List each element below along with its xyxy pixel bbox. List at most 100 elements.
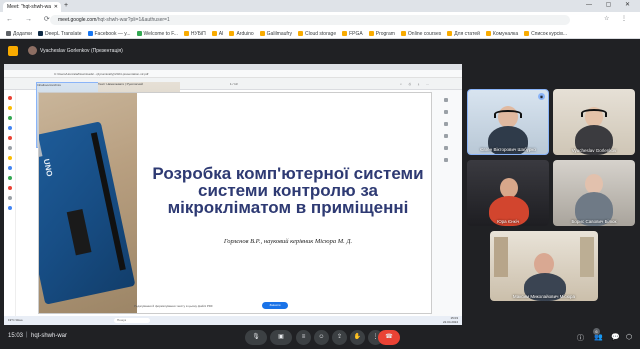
bookmark-label: FPGA <box>349 31 363 37</box>
browser-toolbar-icons[interactable]: ☆ ⋮ <box>604 15 632 22</box>
participant-tile[interactable]: Vyacheslav Gorlenkov <box>553 89 635 155</box>
camera-button[interactable]: ▣ <box>270 330 292 345</box>
bookmark-label: НУБіП <box>190 31 206 37</box>
participant-name: Максим Миколайович Місюра <box>512 294 576 299</box>
chat-icon[interactable]: 💬 <box>611 333 620 341</box>
folder-icon <box>183 31 189 36</box>
slide-subtitle: Горлєнов В.Р., науковий керівник Місюра … <box>223 238 353 245</box>
present-icon[interactable]: ⇪ <box>332 330 347 345</box>
bookmark-item[interactable]: Welcome to F... <box>136 31 178 37</box>
bookmark-label: Arduino <box>236 31 254 37</box>
folder-icon <box>447 31 453 36</box>
bookmark-label: Для статей <box>454 31 480 37</box>
speaking-icon: ◉ <box>538 93 545 100</box>
bookmark-item[interactable]: Arduino <box>229 31 254 37</box>
bookmark-label: Cloud storage <box>304 31 337 37</box>
shared-right-rail <box>430 90 462 316</box>
page-indicator: 1 / 13 <box>230 82 238 86</box>
bookmark-label: Online courses <box>407 31 442 37</box>
folder-icon <box>87 31 93 36</box>
bookmark-label: Facebook — y... <box>94 31 131 37</box>
url-domain: meet.google.com <box>58 17 97 23</box>
address-bar: ← → ⟳ meet.google.com/hqt-shwh-war?pli=1… <box>0 12 640 28</box>
bookmark-item[interactable]: Для статей <box>447 31 480 37</box>
avatar <box>28 46 37 55</box>
bookmark-item[interactable]: Комуналка <box>485 31 519 37</box>
bookmark-item[interactable]: НУБіП <box>183 31 206 37</box>
participant-tile[interactable]: ◉ Євген Вікторович Шабурко <box>467 89 549 155</box>
pin-header <box>90 132 126 271</box>
new-tab-icon[interactable]: + <box>64 2 68 9</box>
slide-title: Розробка комп'ютерної системи системи ко… <box>152 164 424 217</box>
folder-icon <box>259 31 265 36</box>
meeting-code: hqt-shwh-war <box>31 333 68 339</box>
bookmark-label: Welcome to F... <box>143 31 178 37</box>
url-field[interactable]: meet.google.com/hqt-shwh-war?pli=1&authu… <box>50 15 570 25</box>
bookmark-label: DeepL Translate <box>44 31 82 37</box>
taskbar-clock: 15:03 22.04.2024 <box>442 316 458 324</box>
edit-pdf-button[interactable]: Змінити <box>262 302 288 309</box>
close-tab-icon[interactable]: ✕ <box>54 4 58 10</box>
microphone-button[interactable]: 🎙 <box>245 330 267 345</box>
clock-date: 22.04.2024 <box>442 319 458 324</box>
info-icon[interactable]: ⓘ <box>577 333 584 343</box>
bookmark-item[interactable]: Online courses <box>400 31 442 37</box>
participant-name: Vyacheslav Gorlenkov <box>571 148 617 153</box>
usb-port <box>39 138 43 161</box>
window-controls[interactable]: — ▢ ✕ <box>586 1 636 8</box>
captions-icon[interactable]: ≡ <box>296 330 311 345</box>
bookmark-item[interactable]: Cloud storage <box>297 31 337 37</box>
folder-icon <box>342 31 348 36</box>
bookmark-label: Galilmaufry <box>266 31 292 37</box>
bookmark-label: Комуналка <box>492 31 519 37</box>
participant-tile[interactable]: Борис Савович Білюк <box>553 160 635 226</box>
bookmark-label: Список курсів... <box>531 31 568 37</box>
pdf-toolbar-icons: ⌕ ⎙ ⤓ ⋯ <box>400 82 432 86</box>
participant-name: Юра Єнкіч <box>497 219 519 224</box>
shared-address: C:/Users/Honzala/Downloads/...(dynamical… <box>4 70 462 78</box>
bookmark-label: Додатки <box>13 31 32 37</box>
tab-meet[interactable]: Meet: "hqt-shwh-wa ✕ <box>3 2 61 12</box>
bookmark-item[interactable]: AI <box>211 31 223 37</box>
reactions-icon[interactable]: ☺ <box>314 330 329 345</box>
bookmark-item[interactable]: Список курсів... <box>524 31 567 37</box>
bookmark-item[interactable]: Galilmaufry <box>259 31 292 37</box>
tab-title: Meet: "hqt-shwh-wa <box>7 4 52 10</box>
folder-icon <box>400 31 406 36</box>
bookmark-item[interactable]: FPGA <box>342 31 363 37</box>
bookmark-label: Program <box>375 31 395 37</box>
folder-icon <box>368 31 374 36</box>
folder-icon <box>229 31 235 36</box>
bookmark-item[interactable]: Facebook — y... <box>87 31 131 37</box>
bookmark-item[interactable]: Додатки <box>6 31 32 37</box>
activities-icon[interactable]: ⬡ <box>626 333 632 341</box>
pdf-edit-banner: Редагування й форматування тексту в цьом… <box>134 302 334 312</box>
nav-buttons[interactable]: ← → ⟳ <box>6 15 55 23</box>
pdf-edit-text: Редагування й форматування тексту в цьом… <box>134 304 213 308</box>
presenter-label: Vyacheslav Gorlenkov (Презентація) <box>40 48 123 54</box>
shared-screen: C:/Users/Honzala/Downloads/...(dynamical… <box>4 64 462 316</box>
presentation-icon <box>8 46 18 56</box>
participant-tile[interactable]: Максим Миколайович Місюра <box>490 231 598 301</box>
arduino-board: UNO <box>39 121 136 305</box>
raise-hand-icon[interactable]: ✋ <box>350 330 365 345</box>
separator: | <box>26 332 28 338</box>
browser-tab-strip: Meet: "hqt-shwh-wa ✕ + — ▢ ✕ <box>0 0 640 12</box>
folder-icon <box>6 31 11 36</box>
participant-count-badge: 6 <box>593 328 600 335</box>
folder-icon <box>485 31 491 36</box>
board-label: UNO <box>41 158 55 178</box>
bookmark-item[interactable]: Program <box>368 31 395 37</box>
windows-taskbar: 19°C Ясно Пошук 15:03 22.04.2024 <box>4 316 462 331</box>
url-path: /hqt-shwh-war?pli=1&authuser=1 <box>96 17 170 23</box>
shared-left-rail <box>4 90 16 316</box>
meeting-time: 15:03 <box>8 333 24 339</box>
arduino-photo: UNO <box>39 93 137 313</box>
participant-tile[interactable]: Юра Єнкіч <box>467 160 549 226</box>
bookmark-item[interactable]: DeepL Translate <box>37 31 82 37</box>
folder-icon <box>524 31 530 36</box>
folder-icon <box>211 31 217 36</box>
microcontroller-chip <box>66 208 92 256</box>
leave-call-button[interactable]: ☎ <box>378 330 400 345</box>
weather-widget: 19°C Ясно <box>8 318 23 322</box>
